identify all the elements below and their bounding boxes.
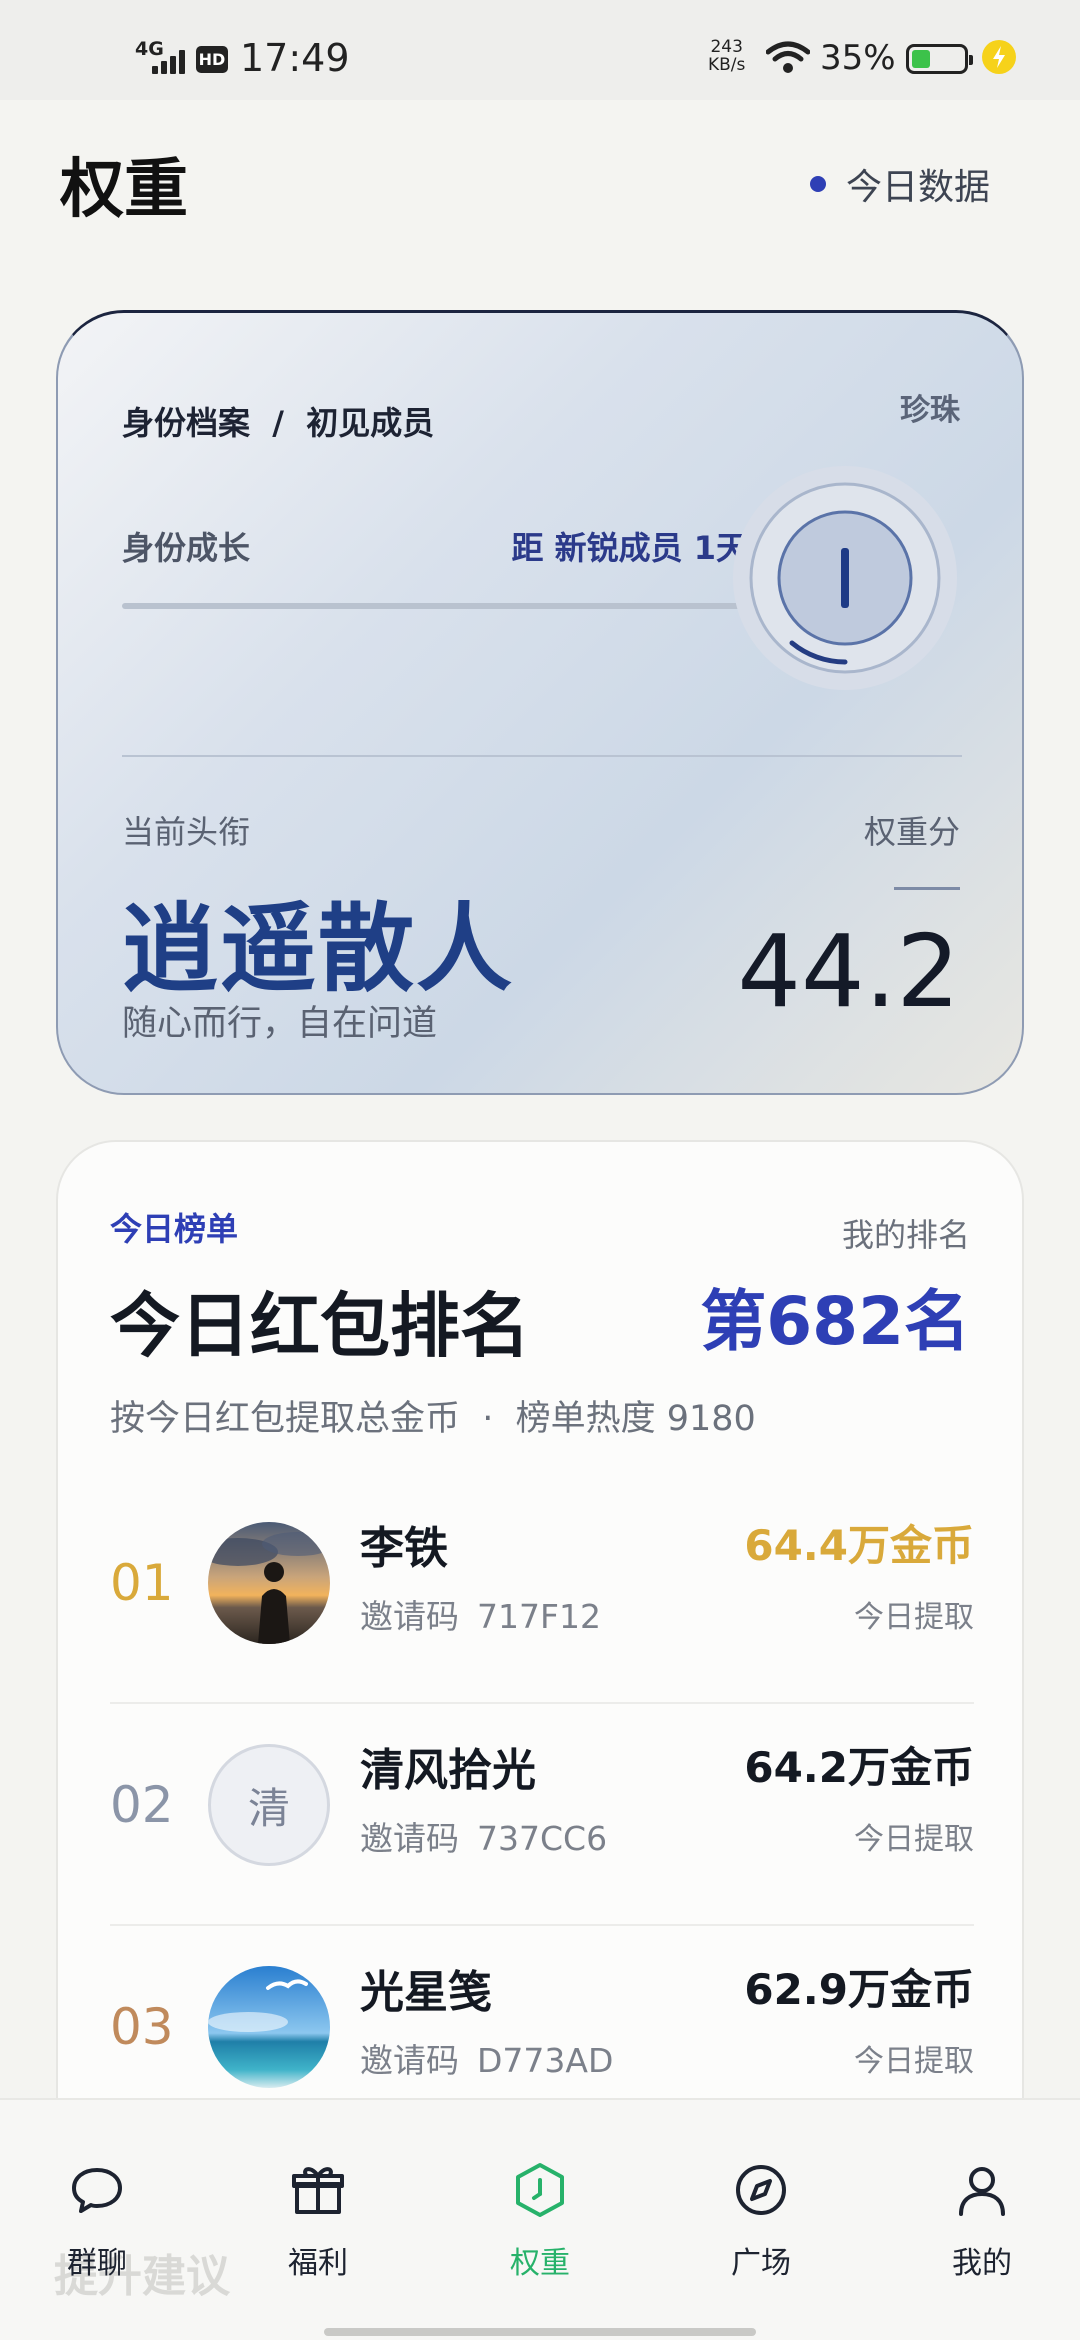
today-data-dot: [809, 176, 826, 192]
identity-level-name: 珍珠: [900, 393, 960, 428]
current-title-label: 当前头衔: [122, 813, 251, 851]
my-rank-label: 我的排名: [841, 1216, 970, 1254]
battery-level: [912, 50, 930, 68]
gift-icon: [292, 2167, 344, 2214]
nav-label: 权重: [510, 2246, 570, 2281]
identity-divider: [122, 755, 962, 757]
sea-avatar-image: [208, 1966, 330, 2088]
nav-item-welfare[interactable]: 福利: [243, 2160, 393, 2282]
network-speed-value: 243: [710, 37, 743, 57]
nav-item-weight[interactable]: 权重: [465, 2160, 615, 2282]
invite-code-value: D773AD: [477, 2041, 614, 2080]
invite-code-label: 邀请码: [360, 1597, 459, 1636]
invite-code-label: 邀请码: [360, 1819, 459, 1858]
ranking-subtitle: 按今日红包提取总金币 · 榜单热度 9180: [110, 1399, 756, 1439]
coin-amount: 64.2万金币: [744, 1743, 974, 1792]
my-rank-value: 第682名: [700, 1283, 970, 1360]
today-data-button[interactable]: 今日数据: [809, 158, 990, 210]
nav-item-chat[interactable]: 群聊: [22, 2160, 172, 2282]
wifi-icon: [766, 41, 810, 73]
sunset-avatar-image: [208, 1522, 330, 1644]
coin-amount: 62.9万金币: [744, 1965, 974, 2014]
home-indicator[interactable]: [324, 2328, 756, 2336]
bottom-navigation: 提升建议 群聊 福利 权重 广场 我的: [0, 2098, 1080, 2340]
weight-score-label: 权重分: [863, 813, 960, 851]
rank-number: 03: [110, 1998, 174, 2056]
invite-code-value: 737CC6: [477, 1819, 608, 1858]
invite-code: 邀请码 737CC6: [360, 1812, 607, 1860]
avatar[interactable]: [208, 1522, 330, 1644]
avatar[interactable]: [208, 1966, 330, 2088]
invite-code-value: 717F12: [477, 1597, 601, 1636]
identity-growth-target: 距 新锐成员 1天: [511, 529, 748, 567]
nav-label: 广场: [731, 2246, 791, 2281]
coin-amount: 64.4万金币: [744, 1521, 974, 1570]
ranking-row[interactable]: 01 李铁 邀请码 717F12 64.4万金币 今日提取: [110, 1482, 974, 1704]
weight-icon: [516, 2163, 564, 2217]
ranking-tag: 今日榜单: [110, 1210, 239, 1248]
compass-icon: [736, 2165, 786, 2215]
rank-number: 01: [110, 1554, 174, 1612]
today-data-label: 今日数据: [845, 167, 990, 208]
nav-label: 我的: [952, 2246, 1012, 2281]
battery-percent: 35%: [820, 38, 896, 78]
identity-card[interactable]: 身份档案 / 初见成员 珍珠 身份成长 距 新锐成员 1天 当前头衔 逍遥散人 …: [56, 310, 1024, 1095]
weight-score: 44.2: [737, 913, 960, 1030]
avatar-initial: 清: [247, 1783, 290, 1833]
invite-code-label: 邀请码: [360, 2041, 459, 2080]
network-speed-unit: KB/s: [708, 55, 746, 75]
withdraw-time: 今日提取: [854, 1822, 974, 1857]
nav-label: 福利: [288, 2246, 348, 2281]
current-title: 逍遥散人: [122, 893, 514, 1005]
member-name: 李铁: [360, 1523, 448, 1574]
signal-icon: [152, 48, 192, 74]
battery-icon: [906, 44, 973, 74]
member-name: 光星笺: [360, 1967, 492, 2018]
ranking-title: 今日红包排名: [110, 1285, 530, 1367]
withdraw-time: 今日提取: [854, 2044, 974, 2079]
ranking-row[interactable]: 02 清 清风拾光 邀请码 737CC6 64.2万金币 今日提取: [110, 1704, 974, 1926]
network-speed: 243 KB/s: [708, 38, 745, 74]
level-badge-icon: [733, 466, 957, 690]
nav-label: 群聊: [67, 2246, 127, 2281]
rank-number: 02: [110, 1776, 174, 1834]
current-title-subtitle: 随心而行，自在问道: [122, 1004, 438, 1044]
charging-icon: [982, 40, 1016, 74]
weight-score-rule: [894, 887, 960, 890]
avatar[interactable]: 清: [208, 1744, 330, 1866]
nav-item-square[interactable]: 广场: [686, 2160, 836, 2282]
identity-breadcrumb: 身份档案 / 初见成员: [122, 404, 435, 442]
nav-item-profile[interactable]: 我的: [907, 2160, 1057, 2282]
page-title: 权重: [60, 153, 188, 227]
clock: 17:49: [240, 36, 350, 80]
identity-growth-label: 身份成长: [122, 529, 251, 567]
invite-code: 邀请码 717F12: [360, 1590, 601, 1638]
invite-code: 邀请码 D773AD: [360, 2034, 613, 2082]
status-bar: 4G HD 17:49 243 KB/s 35%: [0, 0, 1080, 100]
member-name: 清风拾光: [360, 1745, 536, 1796]
hd-icon: HD: [196, 46, 228, 73]
profile-icon: [959, 2167, 1005, 2216]
identity-growth-progress: [122, 603, 748, 609]
chat-icon: [72, 2168, 122, 2213]
withdraw-time: 今日提取: [854, 1600, 974, 1635]
